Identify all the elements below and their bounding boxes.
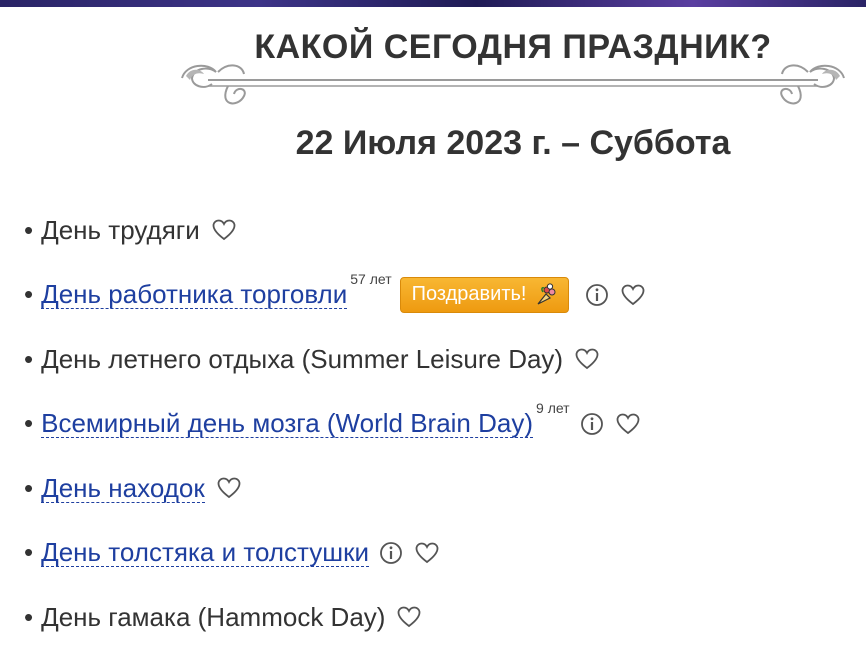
list-item: • День толстяка и толстушки — [24, 521, 645, 586]
list-item: • День находок — [24, 456, 645, 521]
heart-outline-icon[interactable] — [415, 542, 439, 564]
heart-outline-icon[interactable] — [616, 413, 640, 435]
list-item: • День работника торговли 57 лет Поздрав… — [24, 263, 645, 328]
heart-outline-icon[interactable] — [212, 219, 236, 241]
congratulate-button[interactable]: Поздравить! — [399, 276, 570, 313]
holiday-name: День трудяги — [41, 214, 200, 245]
holiday-link[interactable]: День находок — [41, 474, 205, 503]
date-heading: 22 Июля 2023 г. – Суббота — [295, 124, 731, 162]
bullet: • — [24, 408, 34, 439]
list-item: • Всемирный день мозга (World Brain Day)… — [24, 392, 645, 457]
heart-outline-icon[interactable] — [397, 606, 421, 628]
heart-outline-icon[interactable] — [621, 284, 645, 306]
list-item: • День летнего отдыха (Summer Leisure Da… — [24, 327, 645, 392]
info-circle-icon[interactable] — [580, 412, 604, 436]
info-circle-icon[interactable] — [585, 283, 609, 307]
holiday-link[interactable]: Всемирный день мозга (World Brain Day) — [41, 409, 534, 439]
heart-outline-icon[interactable] — [575, 348, 599, 370]
bullet: • — [24, 279, 34, 310]
flower-bouquet-icon — [538, 283, 556, 305]
bullet: • — [24, 601, 34, 632]
top-decorative-strip — [0, 0, 866, 7]
holiday-name: День летнего отдыха (Summer Leisure Day) — [41, 343, 564, 374]
age-label: 9 лет — [536, 399, 570, 416]
age-label: 57 лет — [350, 270, 392, 287]
list-item: • День трудяги — [24, 198, 645, 263]
bullet: • — [24, 343, 34, 374]
bullet: • — [24, 214, 34, 245]
holiday-list: • День трудяги • День работника торговли… — [24, 198, 645, 650]
holiday-link[interactable]: День толстяка и толстушки — [41, 538, 369, 568]
bullet: • — [24, 472, 34, 503]
holiday-name: День гамака (Hammock Day) — [41, 601, 386, 632]
heart-outline-icon[interactable] — [217, 477, 241, 499]
holiday-link[interactable]: День работника торговли — [41, 280, 348, 310]
congratulate-label: Поздравить! — [411, 283, 527, 306]
ornament-divider — [181, 64, 845, 105]
info-circle-icon[interactable] — [379, 541, 403, 565]
bullet: • — [24, 537, 34, 568]
